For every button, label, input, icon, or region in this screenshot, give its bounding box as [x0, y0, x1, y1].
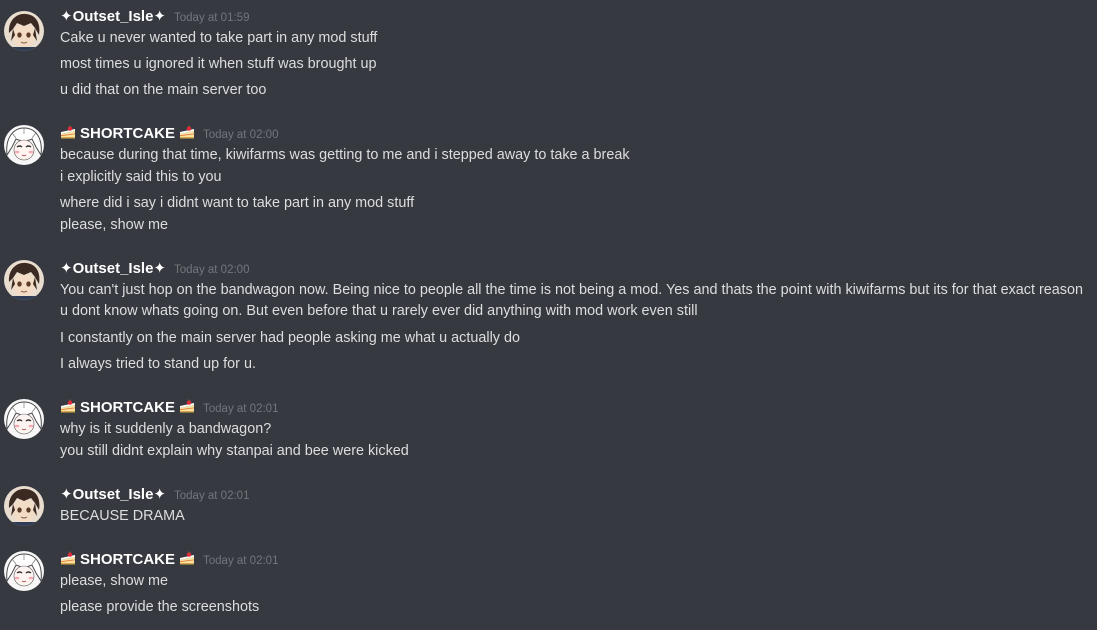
- message-text: where did i say i didnt want to take par…: [60, 195, 415, 211]
- message-text: you still didnt explain why stanpai and …: [60, 443, 409, 459]
- message-header: ✦Outset_Isle✦ Today at 02:01: [60, 485, 249, 505]
- message-text: please, show me: [60, 217, 168, 233]
- shortcake-emoji-icon: [60, 550, 76, 566]
- author-name[interactable]: ✦Outset_Isle✦: [60, 486, 166, 503]
- author-name[interactable]: SHORTCAKE: [80, 399, 175, 416]
- message-text: BECAUSE DRAMA: [60, 508, 185, 524]
- author-name[interactable]: ✦Outset_Isle✦: [60, 260, 166, 277]
- message-header: ✦Outset_Isle✦ Today at 02:00: [60, 259, 249, 279]
- shortcake-emoji-icon: [179, 398, 195, 414]
- message-text: I always tried to stand up for u.: [60, 356, 256, 372]
- timestamp[interactable]: Today at 02:01: [174, 490, 249, 502]
- white-haired-anime-avatar[interactable]: [4, 125, 44, 165]
- white-haired-anime-avatar[interactable]: [4, 399, 44, 439]
- shortcake-emoji-icon: [60, 398, 76, 414]
- timestamp[interactable]: Today at 02:00: [203, 129, 278, 141]
- dark-haired-anime-boy-avatar[interactable]: [4, 486, 44, 526]
- message-text: because during that time, kiwifarms was …: [60, 147, 630, 163]
- message-text: Cake u never wanted to take part in any …: [60, 30, 378, 46]
- timestamp[interactable]: Today at 02:01: [203, 555, 278, 567]
- message-text: please provide the screenshots: [60, 599, 260, 615]
- message-header: SHORTCAKE Today at 02:00: [60, 124, 278, 144]
- message-text: most times u ignored it when stuff was b…: [60, 56, 377, 72]
- message-header: SHORTCAKE Today at 02:01: [60, 398, 278, 418]
- message-text: I constantly on the main server had peop…: [60, 330, 520, 346]
- timestamp[interactable]: Today at 02:00: [174, 264, 249, 276]
- timestamp[interactable]: Today at 02:01: [203, 403, 278, 415]
- shortcake-emoji-icon: [179, 124, 195, 140]
- dark-haired-anime-boy-avatar[interactable]: [4, 260, 44, 300]
- timestamp[interactable]: Today at 01:59: [174, 12, 249, 24]
- message-header: ✦Outset_Isle✦ Today at 01:59: [60, 7, 249, 27]
- author-name[interactable]: ✦Outset_Isle✦: [60, 8, 166, 25]
- message-text: i explicitly said this to you: [60, 169, 222, 185]
- message-header: SHORTCAKE Today at 02:01: [60, 550, 278, 570]
- author-name[interactable]: SHORTCAKE: [80, 125, 175, 142]
- author-name[interactable]: SHORTCAKE: [80, 551, 175, 568]
- message-text: u did that on the main server too: [60, 82, 267, 98]
- shortcake-emoji-icon: [60, 124, 76, 140]
- message-text: please, show me: [60, 573, 168, 589]
- dark-haired-anime-boy-avatar[interactable]: [4, 11, 44, 51]
- message-text: why is it suddenly a bandwagon?: [60, 421, 272, 437]
- white-haired-anime-avatar[interactable]: [4, 551, 44, 591]
- shortcake-emoji-icon: [179, 550, 195, 566]
- message-text: You can't just hop on the bandwagon now.…: [60, 282, 1083, 319]
